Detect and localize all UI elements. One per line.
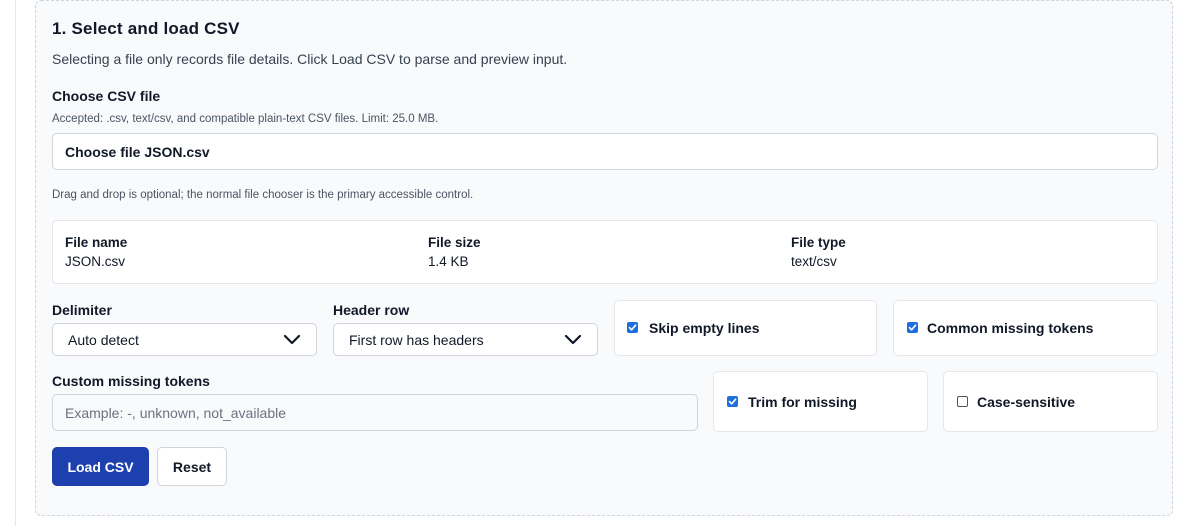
- common-missing-tokens-checkbox[interactable]: [907, 322, 918, 333]
- file-type-value: text/csv: [791, 254, 837, 269]
- skip-empty-lines-option[interactable]: Skip empty lines: [614, 300, 877, 356]
- trim-for-missing-label: Trim for missing: [748, 394, 857, 410]
- file-name-info: File name JSON.csv: [65, 235, 127, 269]
- custom-missing-tokens-input[interactable]: [52, 394, 698, 431]
- file-name-label: File name: [65, 235, 128, 250]
- select-load-csv-panel: 1. Select and load CSV Selecting a file …: [35, 0, 1173, 516]
- file-name-value: JSON.csv: [65, 254, 126, 269]
- load-csv-button[interactable]: Load CSV: [52, 447, 149, 486]
- file-type-info: File type text/csv: [791, 235, 846, 269]
- file-details-box: File name JSON.csv File size 1.4 KB File…: [52, 220, 1158, 284]
- custom-missing-tokens-label: Custom missing tokens: [52, 373, 210, 389]
- skip-empty-lines-checkbox[interactable]: [627, 322, 638, 333]
- chevron-down-icon: [564, 334, 582, 345]
- header-row-selected-value: First row has headers: [349, 332, 484, 348]
- header-row-label: Header row: [333, 302, 410, 318]
- common-missing-tokens-label: Common missing tokens: [927, 320, 1094, 336]
- dragdrop-hint: Drag and drop is optional; the normal fi…: [52, 189, 474, 201]
- delimiter-selected-value: Auto detect: [68, 332, 139, 348]
- check-icon: [728, 398, 737, 405]
- file-type-label: File type: [791, 235, 846, 250]
- file-chooser-button[interactable]: Choose file JSON.csv: [52, 133, 1158, 170]
- check-icon: [908, 324, 917, 331]
- delimiter-label: Delimiter: [52, 302, 112, 318]
- file-size-value: 1.4 KB: [428, 254, 469, 269]
- reset-button[interactable]: Reset: [157, 447, 227, 486]
- skip-empty-lines-label: Skip empty lines: [649, 320, 760, 336]
- header-row-select[interactable]: First row has headers: [333, 323, 598, 356]
- delimiter-select[interactable]: Auto detect: [52, 323, 317, 356]
- accepted-files-hint: Accepted: .csv, text/csv, and compatible…: [52, 113, 439, 125]
- file-size-label: File size: [428, 235, 481, 250]
- file-chooser-text: Choose file JSON.csv: [65, 144, 210, 160]
- check-icon: [628, 324, 637, 331]
- choose-file-label: Choose CSV file: [52, 88, 161, 104]
- section-subtitle: Selecting a file only records file detai…: [52, 51, 568, 67]
- file-size-info: File size 1.4 KB: [428, 235, 481, 269]
- section-title: 1. Select and load CSV: [52, 19, 240, 38]
- case-sensitive-checkbox[interactable]: [957, 396, 968, 407]
- case-sensitive-option[interactable]: Case-sensitive: [943, 371, 1158, 432]
- case-sensitive-label: Case-sensitive: [977, 394, 1076, 410]
- page-divider: [15, 0, 16, 526]
- common-missing-tokens-option[interactable]: Common missing tokens: [893, 300, 1158, 356]
- chevron-down-icon: [283, 334, 301, 345]
- trim-for-missing-checkbox[interactable]: [727, 396, 738, 407]
- trim-for-missing-option[interactable]: Trim for missing: [713, 371, 928, 432]
